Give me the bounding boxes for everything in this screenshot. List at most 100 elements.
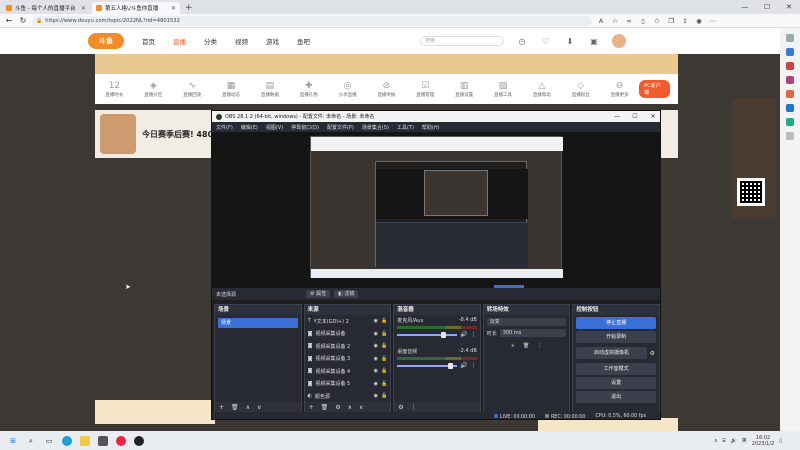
edge-icon[interactable] xyxy=(62,435,72,446)
start-recording-button[interactable]: 开始录制 xyxy=(576,331,656,343)
speaker-icon[interactable]: 🔊 xyxy=(460,362,467,369)
add-icon[interactable]: + xyxy=(309,404,314,411)
volume-slider[interactable] xyxy=(397,331,458,338)
lock-icon[interactable]: 🔓 xyxy=(381,393,387,399)
gear-icon[interactable]: ⚙ xyxy=(650,350,655,357)
back-icon[interactable]: ← xyxy=(4,16,14,25)
more-icon[interactable]: ⋮ xyxy=(537,343,542,349)
history-icon[interactable]: ◷ xyxy=(516,37,528,46)
move-up-icon[interactable]: ∧ xyxy=(246,404,250,411)
lock-icon[interactable]: 🔓 xyxy=(381,368,387,374)
maximize-icon[interactable]: ☐ xyxy=(626,111,644,122)
lock-icon[interactable]: 🔓 xyxy=(381,331,387,337)
favorites-icon[interactable]: ✩ xyxy=(652,17,662,25)
add-icon[interactable]: + xyxy=(511,343,515,349)
close-icon[interactable]: ✕ xyxy=(644,111,660,122)
menu-help[interactable]: 帮助(H) xyxy=(422,124,440,131)
volume-icon[interactable]: 🔊 xyxy=(731,438,737,444)
tool-item[interactable]: ⊘ 直播举报 xyxy=(367,81,406,98)
task-view-icon[interactable]: ▭ xyxy=(44,436,54,446)
file-explorer-icon[interactable] xyxy=(80,435,90,446)
games-icon[interactable] xyxy=(786,76,794,84)
browser-tab-1[interactable]: 斗鱼 - 每个人的直播平台 ✕ xyxy=(2,2,90,14)
extension-icon[interactable]: ∞ xyxy=(624,17,634,25)
eye-icon[interactable]: ◉ xyxy=(374,356,378,362)
maximize-icon[interactable]: ☐ xyxy=(756,0,778,14)
windows-start-icon[interactable]: ⊞ xyxy=(8,436,18,446)
more-icon[interactable]: ⋮ xyxy=(411,404,417,411)
trash-icon[interactable]: 🗑 xyxy=(321,404,329,411)
minimize-icon[interactable]: — xyxy=(608,111,626,122)
gear-icon[interactable]: ⚙ xyxy=(335,404,340,411)
star-icon[interactable]: ☆ xyxy=(610,17,620,25)
tool-item[interactable]: ◈ 直播分区 xyxy=(134,81,173,98)
stop-streaming-button[interactable]: 停止直播 xyxy=(576,317,656,329)
move-down-icon[interactable]: ∨ xyxy=(257,404,261,411)
menu-profile[interactable]: 配置文件(P) xyxy=(327,124,354,131)
shopping-icon[interactable] xyxy=(786,48,794,56)
lock-icon[interactable]: 🔓 xyxy=(381,356,387,362)
move-down-icon[interactable]: ∨ xyxy=(359,404,363,411)
menu-scene-collection[interactable]: 场景集合(S) xyxy=(362,124,389,131)
nav-live[interactable]: 直播 xyxy=(173,36,186,46)
menu-view[interactable]: 视图(V) xyxy=(266,124,283,131)
nav-video[interactable]: 视频 xyxy=(235,36,248,46)
exit-button[interactable]: 退出 xyxy=(576,391,656,403)
tool-item[interactable]: △ 直播帮助 xyxy=(522,81,561,98)
source-item[interactable]: ◙ 视频采集设备 3 ◉ 🔓 xyxy=(305,353,391,366)
tool-item[interactable]: ▨ 直播工具 xyxy=(484,81,523,98)
more-icon[interactable]: ⋯ xyxy=(708,17,718,25)
profile-icon[interactable]: ◉ xyxy=(694,17,704,25)
menu-edit[interactable]: 编辑(E) xyxy=(241,124,258,131)
transition-select[interactable]: 淡变 xyxy=(486,318,567,326)
media-app-icon[interactable] xyxy=(116,435,126,446)
add-icon[interactable]: + xyxy=(219,404,224,411)
add-icon[interactable] xyxy=(786,132,794,140)
follow-icon[interactable]: ♡ xyxy=(540,37,552,46)
source-item[interactable]: ◙ 视频采集设备 ◉ 🔓 xyxy=(305,328,391,341)
notification-icon[interactable]: ▯ xyxy=(779,438,782,444)
menu-file[interactable]: 文件(F) xyxy=(216,124,233,131)
tool-item[interactable]: ▤ 直播数据 xyxy=(250,81,289,98)
virtual-camera-button[interactable]: 启动虚拟摄像机 xyxy=(576,347,647,359)
more-icon[interactable]: ⋮ xyxy=(471,362,477,369)
lock-icon[interactable]: 🔓 xyxy=(381,318,387,324)
eye-icon[interactable]: ◉ xyxy=(374,368,378,374)
tool-item[interactable]: ▥ 直播设置 xyxy=(445,81,484,98)
settings-button[interactable]: 设置 xyxy=(576,377,656,389)
site-search-input[interactable]: 搜索 xyxy=(420,36,504,46)
nav-category[interactable]: 分类 xyxy=(204,36,217,46)
url-bar[interactable]: 🔒 https://www.douyu.com/topic/2022NL?rid… xyxy=(32,15,592,26)
office-icon[interactable] xyxy=(786,90,794,98)
tool-item[interactable]: ∿ 直播回放 xyxy=(173,81,212,98)
drop-icon[interactable] xyxy=(786,118,794,126)
source-item[interactable]: ◙ 视频采集设备 2 ◉ 🔓 xyxy=(305,340,391,353)
tool-item[interactable]: ▦ 直播动态 xyxy=(212,81,251,98)
pc-client-button[interactable]: PC客户端 xyxy=(639,80,670,98)
tool-item[interactable]: ⊖ 直播更多 xyxy=(600,81,639,98)
new-tab-button[interactable]: + xyxy=(185,2,193,14)
close-icon[interactable]: ✕ xyxy=(81,5,86,12)
reload-icon[interactable]: ↻ xyxy=(18,16,28,25)
close-icon[interactable]: ✕ xyxy=(171,5,176,12)
nav-home[interactable]: 首页 xyxy=(142,36,155,46)
outlook-icon[interactable] xyxy=(786,104,794,112)
store-icon[interactable] xyxy=(98,435,108,446)
trash-icon[interactable]: 🗑 xyxy=(523,343,529,349)
source-item[interactable]: ◙ 视频采集设备 5 ◉ 🔓 xyxy=(305,378,391,391)
trash-icon[interactable]: 🗑 xyxy=(231,404,239,411)
bottom-promo-strip[interactable] xyxy=(95,400,215,424)
clock[interactable]: 16:02 2023/1/2 xyxy=(752,435,774,447)
duration-input[interactable]: 300 ms xyxy=(499,329,567,337)
translate-icon[interactable]: A xyxy=(596,17,606,25)
filters-button[interactable]: ◧ 滤镜 xyxy=(334,290,359,298)
share-icon[interactable]: ⇪ xyxy=(680,17,690,25)
broadcast-icon[interactable]: ▣ xyxy=(588,37,600,46)
nav-games[interactable]: 游戏 xyxy=(266,36,279,46)
menu-docks[interactable]: 停靠窗口(D) xyxy=(291,124,319,131)
nav-fishbar[interactable]: 鱼吧 xyxy=(297,36,310,46)
network-icon[interactable]: ⌸ xyxy=(723,438,726,444)
tool-item[interactable]: 12 直播时长 xyxy=(95,81,134,98)
lock-icon[interactable]: 🔓 xyxy=(381,343,387,349)
eye-icon[interactable]: ◉ xyxy=(374,393,378,399)
